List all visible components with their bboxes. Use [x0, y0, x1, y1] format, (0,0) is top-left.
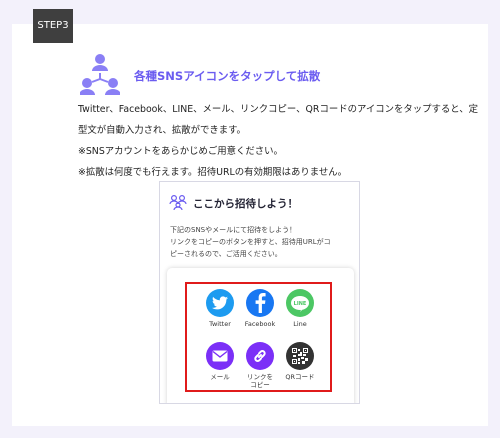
step-badge: STEP3	[33, 9, 73, 43]
link-icon	[246, 342, 274, 370]
description: Twitter、Facebook、LINE、メール、リンクコピー、QRコードのア…	[78, 99, 478, 183]
qr-code-icon	[286, 342, 314, 370]
description-line: ※拡散は何度でも行えます。招待URLの有効期限はありません。	[78, 167, 347, 178]
qr-code-label: QRコード	[285, 373, 315, 381]
line-icon: LINE	[286, 289, 314, 317]
phone-description-line: 下記のSNSやメールにて招待をしよう！	[170, 226, 297, 234]
phone-description-line: リンクをコピーのボタンを押すと、招待用URLがコ	[170, 238, 331, 246]
people-icon	[169, 194, 187, 210]
mail-icon	[206, 342, 234, 370]
twitter-icon	[206, 289, 234, 317]
qr-code-button[interactable]: QRコード	[277, 342, 323, 381]
share-people-icon	[80, 54, 120, 95]
phone-description-line: ピーされるので、ご活用ください。	[170, 250, 282, 258]
line-button[interactable]: LINE Line	[277, 289, 323, 328]
svg-text:LINE: LINE	[294, 301, 307, 307]
description-line: ※SNSアカウントをあらかじめご用意ください。	[78, 146, 283, 157]
phone-header: ここから招待しよう！	[160, 182, 359, 222]
phone-description: 下記のSNSやメールにて招待をしよう！ リンクをコピーのボタンを押すと、招待用U…	[170, 224, 355, 260]
phone-title: ここから招待しよう！	[193, 198, 298, 210]
description-line: Twitter、Facebook、LINE、メール、リンクコピー、QRコードのア…	[78, 104, 478, 115]
description-line: 型文が自動入力され、拡散ができます。	[78, 125, 246, 136]
line-label: Line	[293, 320, 307, 328]
section-heading: 各種SNSアイコンをタップして拡散	[134, 69, 321, 83]
facebook-icon	[246, 289, 274, 317]
